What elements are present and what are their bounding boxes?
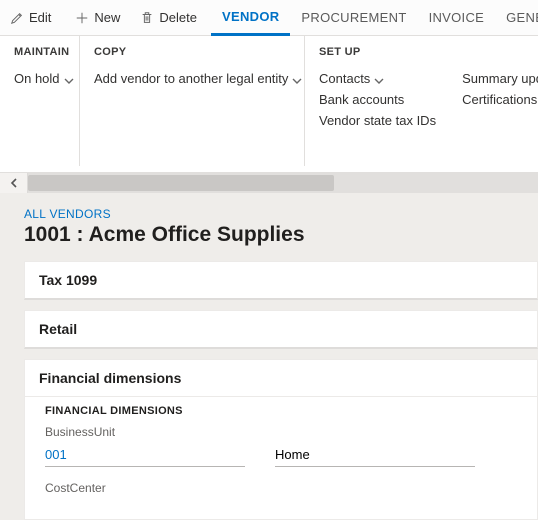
delete-label: Delete	[159, 10, 197, 25]
vendor-state-tax-ids-button[interactable]: Vendor state tax IDs	[319, 110, 436, 131]
setup-col-2: Summary upd Certifications	[462, 46, 538, 164]
edit-button[interactable]: Edit	[2, 4, 59, 32]
businessunit-desc-input[interactable]	[275, 443, 475, 467]
tab-vendor[interactable]: VENDOR	[211, 0, 290, 36]
fasttab-retail: Retail	[24, 310, 538, 349]
ribbon-group-maintain: MAINTAIN On hold	[0, 36, 80, 166]
businessunit-input[interactable]	[45, 443, 245, 467]
horizontal-scrollbar[interactable]	[28, 173, 538, 193]
row-businessunit	[45, 443, 517, 467]
form-body: ALL VENDORS 1001 : Acme Office Supplies …	[0, 193, 538, 520]
trash-icon	[140, 11, 154, 25]
ribbon-head-maintain: MAINTAIN	[14, 46, 65, 58]
on-hold-button[interactable]: On hold	[14, 68, 65, 89]
chevron-down-icon	[292, 74, 302, 84]
chevron-left-icon	[9, 178, 19, 188]
new-button[interactable]: New	[67, 4, 128, 32]
setup-col-1: SET UP Contacts Bank accounts Vendor sta…	[319, 46, 436, 164]
fasttab-head-retail[interactable]: Retail	[25, 311, 537, 347]
certifications-button[interactable]: Certifications	[462, 89, 538, 110]
breadcrumb[interactable]: ALL VENDORS	[0, 203, 538, 221]
add-vendor-legal-entity-button[interactable]: Add vendor to another legal entity	[94, 68, 290, 89]
chevron-down-icon	[64, 74, 74, 84]
tab-invoice[interactable]: INVOICE	[418, 0, 496, 36]
tab-procurement[interactable]: PROCUREMENT	[290, 0, 417, 36]
fasttab-tax1099: Tax 1099	[24, 261, 538, 300]
delete-button[interactable]: Delete	[132, 4, 205, 32]
label-businessunit: BusinessUnit	[45, 425, 517, 439]
fasttab-head-tax1099[interactable]: Tax 1099	[25, 262, 537, 298]
new-label: New	[94, 10, 120, 25]
fasttab-financial-dimensions: Financial dimensions FINANCIAL DIMENSION…	[24, 359, 538, 520]
page-title: 1001 : Acme Office Supplies	[0, 221, 538, 261]
chevron-down-icon	[374, 74, 384, 84]
plus-icon	[75, 11, 89, 25]
ribbon-head-copy: COPY	[94, 46, 290, 58]
contacts-button[interactable]: Contacts	[319, 68, 436, 89]
ribbon-group-setup: SET UP Contacts Bank accounts Vendor sta…	[305, 36, 538, 166]
summary-update-button[interactable]: Summary upd	[462, 68, 538, 89]
fasttab-body-findim: FINANCIAL DIMENSIONS BusinessUnit CostCe…	[25, 397, 537, 519]
tab-general[interactable]: GENER	[495, 0, 538, 36]
edit-label: Edit	[29, 10, 51, 25]
scrollbar-thumb[interactable]	[28, 175, 334, 191]
bank-accounts-button[interactable]: Bank accounts	[319, 89, 436, 110]
ribbon-head-setup: SET UP	[319, 46, 436, 58]
nav-strip	[0, 173, 538, 193]
fasttab-head-findim[interactable]: Financial dimensions	[25, 360, 537, 397]
back-button[interactable]	[0, 173, 28, 193]
ribbon: MAINTAIN On hold COPY Add vendor to anot…	[0, 36, 538, 173]
section-label-findim: FINANCIAL DIMENSIONS	[45, 405, 517, 417]
label-costcenter: CostCenter	[45, 481, 517, 495]
ribbon-group-copy: COPY Add vendor to another legal entity	[80, 36, 305, 166]
pencil-icon	[10, 11, 24, 25]
action-pane: Edit New Delete VENDOR PROCUREMENT INVOI…	[0, 0, 538, 36]
